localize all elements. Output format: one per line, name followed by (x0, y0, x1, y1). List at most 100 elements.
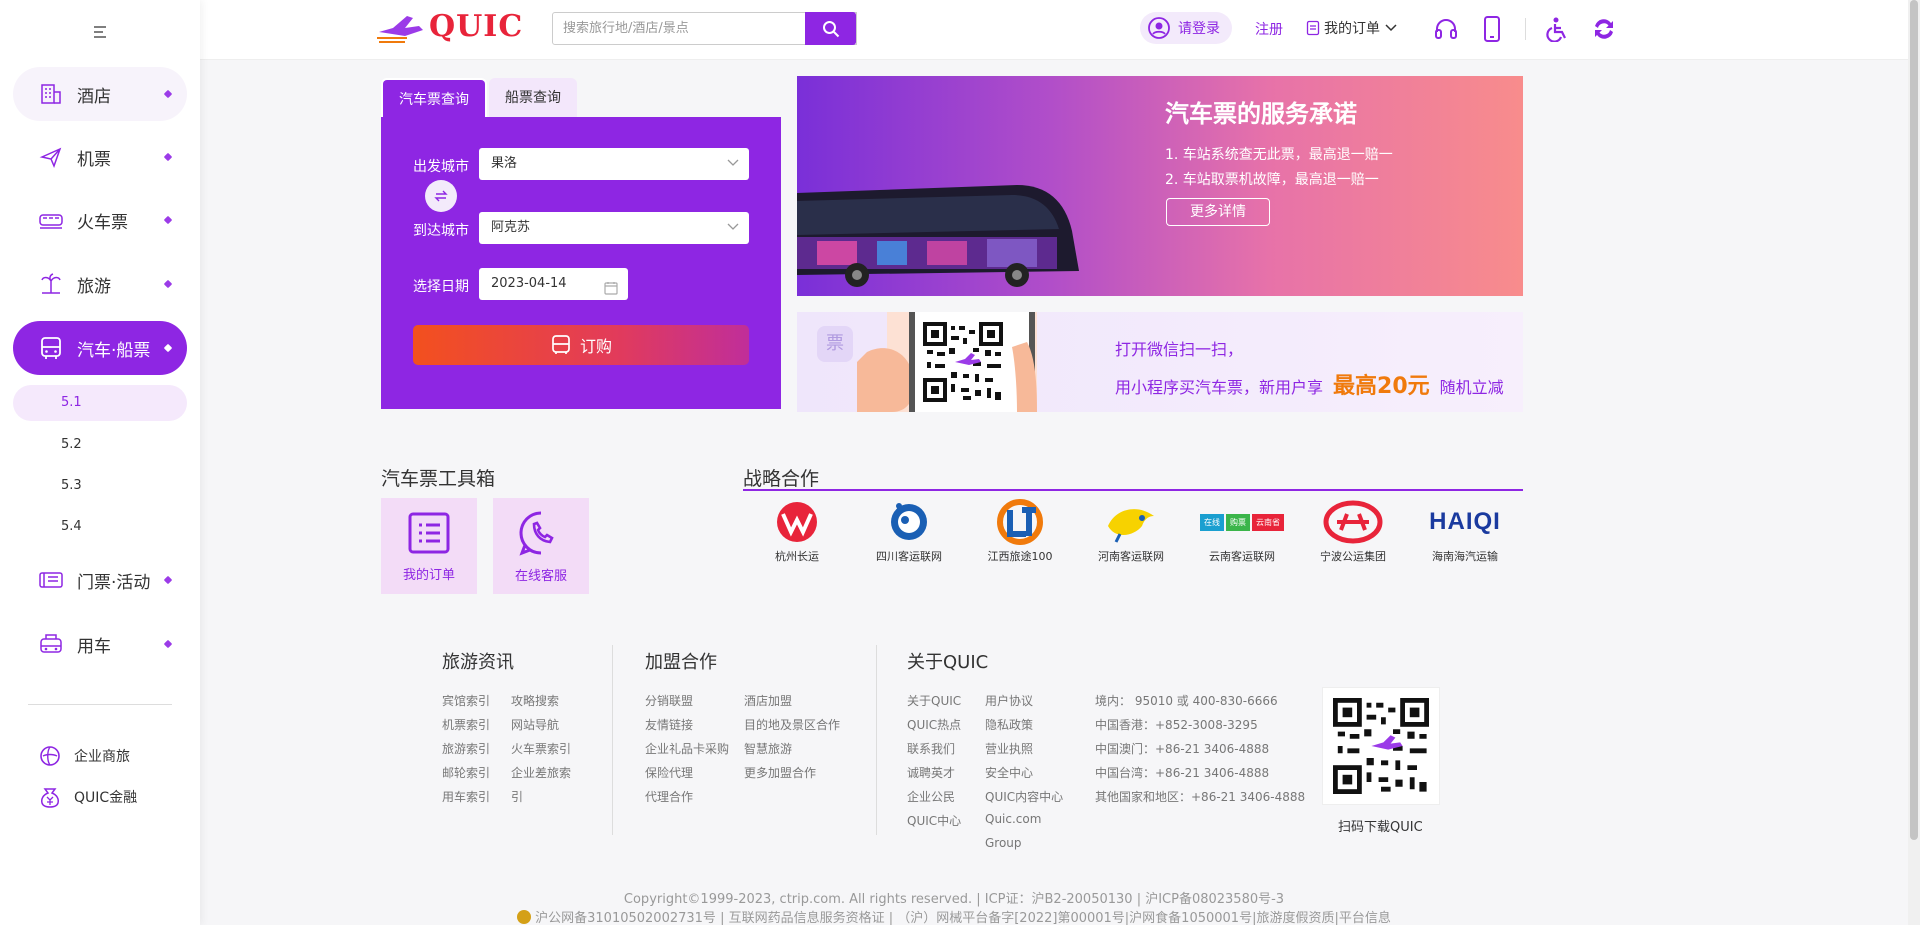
service-promise-banner[interactable]: 汽车票的服务承诺 1. 车站系统查无此票，最高退一赔一 2. 车站取票机故障，最… (797, 76, 1523, 296)
footer-link[interactable]: QUIC热点 (907, 716, 961, 733)
footer-link[interactable]: 邮轮索引 (442, 764, 490, 781)
footer-link[interactable]: QUIC内容中心 (985, 788, 1063, 805)
scrollbar-thumb[interactable] (1910, 0, 1918, 840)
sidebar-item-finance[interactable]: QUIC金融 (36, 783, 137, 811)
footer-link[interactable]: 代理合作 (645, 788, 693, 805)
footer-link[interactable]: 宾馆索引 (442, 692, 490, 709)
footer-link[interactable]: 企业公民 (907, 788, 955, 805)
logo[interactable]: QUIC (375, 6, 523, 46)
footer-link[interactable]: 引 (511, 788, 523, 805)
sidebar-subitem[interactable]: 5.3 (13, 468, 187, 504)
footer-link[interactable]: 网站导航 (511, 716, 559, 733)
footer-link[interactable]: Quic.com (985, 812, 1041, 826)
tab-bus-ticket[interactable]: 汽车票查询 (381, 78, 487, 118)
sidebar-item-travel[interactable]: 旅游 (13, 257, 187, 311)
travel-icon (37, 270, 65, 298)
train-icon (37, 206, 65, 234)
sidebar-item-tickets[interactable]: 门票·活动 (13, 553, 187, 607)
more-details-button[interactable]: 更多详情 (1166, 198, 1270, 226)
footer-link[interactable]: 保险代理 (645, 764, 693, 781)
search-button[interactable] (805, 12, 856, 45)
wechat-miniprogram-banner[interactable]: 票 打开微信扫一扫， 用小程序买汽车票，新用户享 最高20元 随机立减 (797, 312, 1523, 412)
footer-link[interactable]: 旅游索引 (442, 740, 490, 757)
menu-toggle-icon[interactable] (92, 24, 108, 40)
partner-item[interactable]: HAIQI 海南海汽运输 (1411, 496, 1519, 564)
tool-my-orders[interactable]: 我的订单 (381, 498, 477, 594)
from-city-label: 出发城市 (413, 159, 469, 175)
my-orders-dropdown[interactable]: 我的订单 (1306, 18, 1398, 38)
order-button[interactable]: 订购 (413, 325, 749, 365)
to-city-select[interactable]: 阿克苏 (479, 212, 749, 244)
swap-cities-button[interactable] (425, 180, 457, 212)
order-button-label: 订购 (579, 337, 612, 356)
footer-link[interactable]: 隐私政策 (985, 716, 1033, 733)
partner-name: 江西旅途100 (987, 550, 1053, 563)
footer-link[interactable]: 机票索引 (442, 716, 490, 733)
footer-link[interactable]: 火车票索引 (511, 740, 571, 757)
chevron-down-icon (1385, 24, 1397, 32)
calendar-icon (604, 276, 618, 308)
register-link[interactable]: 注册 (1255, 19, 1283, 39)
scrollbar[interactable] (1908, 0, 1920, 925)
footer-link[interactable]: 安全中心 (985, 764, 1033, 781)
sidebar-item-train[interactable]: 火车票 (13, 193, 187, 247)
partner-logo-icon (966, 496, 1074, 548)
footer-link[interactable]: 友情链接 (645, 716, 693, 733)
partners-title: 战略合作 (743, 468, 820, 490)
refresh-icon[interactable] (1590, 15, 1618, 43)
partner-name: 海南海汽运输 (1432, 550, 1498, 563)
diamond-icon (163, 639, 173, 649)
footer-link[interactable]: 关于QUIC (907, 692, 961, 709)
footer-link[interactable]: 营业执照 (985, 740, 1033, 757)
footer-link[interactable]: 目的地及景区合作 (744, 716, 840, 733)
diamond-icon (163, 89, 173, 99)
sidebar-item-bus-ship[interactable]: 汽车·船票 (13, 321, 187, 375)
qr-code-icon (1333, 698, 1429, 794)
sidebar-subitem[interactable]: 5.4 (13, 509, 187, 545)
sidebar-subitem[interactable]: 5.1 (13, 385, 187, 421)
footer-link[interactable]: 企业礼品卡采购 (645, 740, 729, 757)
footer-link[interactable]: 企业差旅索 (511, 764, 571, 781)
partner-item[interactable]: 河南客运联网 (1077, 496, 1185, 564)
partner-item[interactable]: 在线 购票 云南省 云南客运联网 (1188, 496, 1296, 564)
footer-link[interactable]: 酒店加盟 (744, 692, 792, 709)
footer-link[interactable]: Group (985, 836, 1022, 850)
partner-item[interactable]: 江西旅途100 (966, 496, 1074, 564)
footer-link[interactable]: 用户协议 (985, 692, 1033, 709)
bus-illustration (797, 185, 1079, 287)
footer-link[interactable]: QUIC中心 (907, 812, 961, 829)
license-text[interactable]: 沪公网备31010502002731号 | 互联网药品信息服务资格证 | （沪）… (535, 911, 1391, 925)
sidebar-item-label: 汽车·船票 (77, 340, 151, 361)
footer-link[interactable]: 智慧旅游 (744, 740, 792, 757)
banner2-text-a: 用小程序买汽车票，新用户享 (1115, 378, 1324, 397)
partner-item[interactable]: 宁波公运集团 (1299, 496, 1407, 564)
sidebar: 酒店 机票 火车票 旅游 汽车·船票 5.1 5.2 5.3 5.4 门票·活动… (0, 0, 200, 925)
footer-link[interactable]: 联系我们 (907, 740, 955, 757)
mobile-icon[interactable] (1478, 15, 1506, 43)
qr-label: 扫码下载QUIC (1338, 820, 1423, 835)
partner-item[interactable]: 四川客运联网 (855, 496, 963, 564)
footer-link[interactable]: 用车索引 (442, 788, 490, 805)
from-city-select[interactable]: 果洛 (479, 148, 749, 180)
footer-link[interactable]: 诚聘英才 (907, 764, 955, 781)
sidebar-item-business-travel[interactable]: 企业商旅 (36, 742, 130, 770)
booking-tabs: 汽车票查询 船票查询 (381, 78, 577, 118)
tool-online-service[interactable]: 在线客服 (493, 498, 589, 594)
date-input[interactable]: 2023-04-14 (479, 268, 628, 300)
sidebar-subitem[interactable]: 5.2 (13, 427, 187, 463)
accessibility-icon[interactable] (1543, 15, 1571, 43)
footer-link[interactable]: 分销联盟 (645, 692, 693, 709)
sidebar-item-hotel[interactable]: 酒店 (13, 67, 187, 121)
tab-ship-ticket[interactable]: 船票查询 (489, 78, 577, 118)
sidebar-item-car[interactable]: 用车 (13, 617, 187, 671)
footer-divider (612, 645, 613, 835)
headset-icon[interactable] (1432, 15, 1460, 43)
order-icon (1306, 20, 1320, 36)
sidebar-item-flight[interactable]: 机票 (13, 130, 187, 184)
toolbox-title: 汽车票工具箱 (381, 468, 496, 490)
footer-link[interactable]: 攻略搜索 (511, 692, 559, 709)
login-button[interactable]: 请登录 (1140, 12, 1232, 44)
booking-panel: 出发城市 果洛 到达城市 阿克苏 选择日期 2023-04-14 订购 (381, 117, 781, 409)
partner-item[interactable]: 杭州长运 (743, 496, 851, 564)
footer-link[interactable]: 更多加盟合作 (744, 764, 816, 781)
